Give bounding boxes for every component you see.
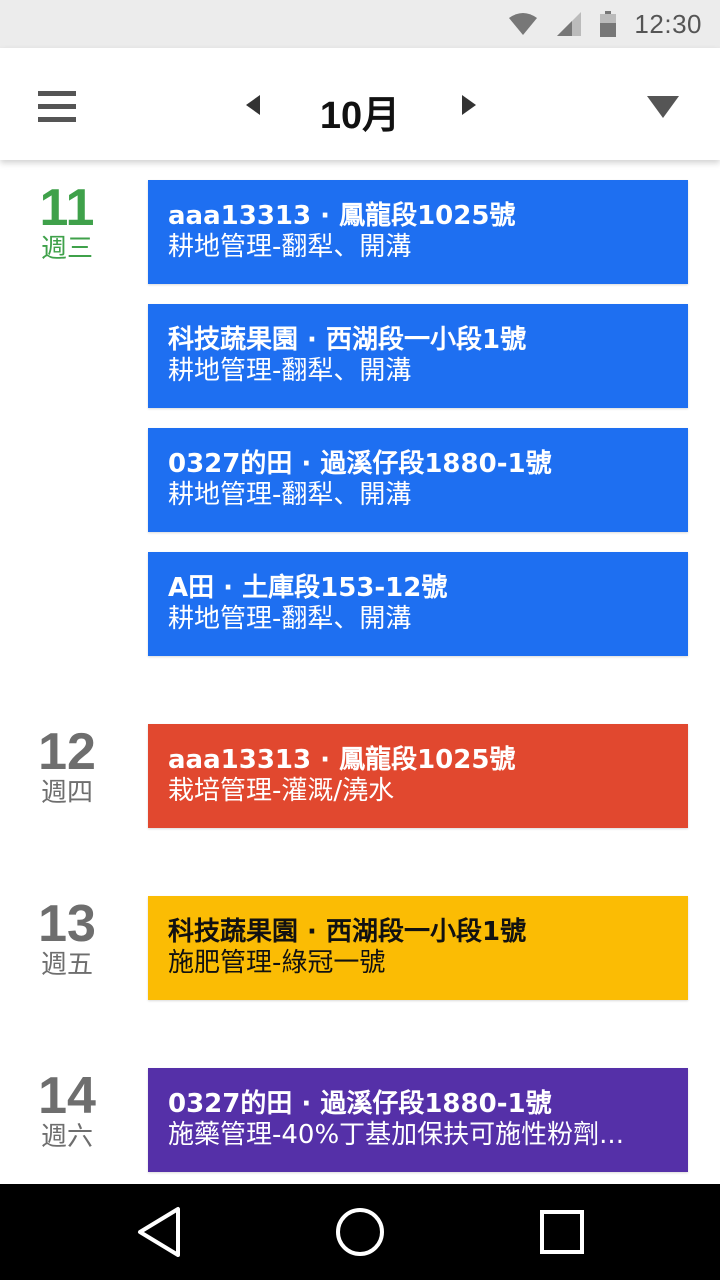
- day-weekday: 週四: [40, 778, 93, 808]
- event-title: 科技蔬果園 · 西湖段一小段1號: [168, 325, 527, 355]
- event-title: 科技蔬果園 · 西湖段一小段1號: [168, 917, 527, 947]
- battery-icon: [600, 11, 617, 37]
- status-time: 12:30: [634, 8, 702, 39]
- event-description: 耕地管理-翻犁、開溝: [168, 604, 412, 634]
- day-label: 11 週三: [22, 182, 112, 264]
- event-title: A田 · 土庫段153-12號: [168, 573, 448, 603]
- event-description: 耕地管理-翻犁、開溝: [168, 232, 412, 262]
- event-description: 耕地管理-翻犁、開溝: [168, 356, 412, 386]
- day-number: 14: [38, 1067, 96, 1125]
- agenda-list: 11 週三 aaa13313 · 鳳龍段1025號 耕地管理-翻犁、開溝 科技蔬…: [0, 160, 720, 1184]
- event-card[interactable]: 0327的田 · 過溪仔段1880-1號 施藥管理-40%丁基加保扶可施性粉劑.…: [148, 1068, 688, 1172]
- back-icon[interactable]: [134, 1204, 186, 1260]
- event-card[interactable]: 科技蔬果園 · 西湖段一小段1號 施肥管理-綠冠一號: [148, 896, 688, 1000]
- navigation-bar: [0, 1184, 720, 1280]
- event-card[interactable]: aaa13313 · 鳳龍段1025號 耕地管理-翻犁、開溝: [148, 180, 688, 284]
- event-description: 耕地管理-翻犁、開溝: [168, 480, 412, 510]
- recents-icon[interactable]: [538, 1208, 586, 1256]
- next-month-icon[interactable]: [456, 92, 482, 118]
- event-title: 0327的田 · 過溪仔段1880-1號: [168, 1089, 552, 1119]
- day-label: 13 週五: [22, 898, 112, 980]
- wifi-icon: [509, 13, 538, 35]
- event-title: 0327的田 · 過溪仔段1880-1號: [168, 449, 552, 479]
- month-title: 10月: [319, 95, 401, 137]
- day-weekday: 週三: [40, 234, 93, 264]
- event-title: aaa13313 · 鳳龍段1025號: [168, 745, 516, 775]
- day-label: 12 週四: [22, 726, 112, 808]
- day-weekday: 週五: [40, 950, 93, 980]
- day-label: 14 週六: [22, 1070, 112, 1152]
- event-card[interactable]: 科技蔬果園 · 西湖段一小段1號 耕地管理-翻犁、開溝: [148, 304, 688, 408]
- status-bar: 12:30: [0, 0, 720, 48]
- home-icon[interactable]: [334, 1206, 386, 1258]
- event-description: 施藥管理-40%丁基加保扶可施性粉劑...: [168, 1120, 624, 1150]
- day-number: 13: [38, 895, 96, 953]
- event-description: 施肥管理-綠冠一號: [168, 948, 386, 978]
- event-card[interactable]: aaa13313 · 鳳龍段1025號 栽培管理-灌溉/澆水: [148, 724, 688, 828]
- menu-icon[interactable]: [38, 91, 78, 125]
- event-title: aaa13313 · 鳳龍段1025號: [168, 201, 516, 231]
- app-bar: 10月: [0, 48, 720, 160]
- event-card[interactable]: A田 · 土庫段153-12號 耕地管理-翻犁、開溝: [148, 552, 688, 656]
- dropdown-icon[interactable]: [646, 94, 680, 120]
- event-description: 栽培管理-灌溉/澆水: [168, 776, 395, 806]
- prev-month-icon[interactable]: [240, 92, 266, 118]
- event-card[interactable]: 0327的田 · 過溪仔段1880-1號 耕地管理-翻犁、開溝: [148, 428, 688, 532]
- day-number: 11: [39, 179, 95, 237]
- day-weekday: 週六: [40, 1122, 93, 1152]
- cell-signal-icon: [557, 12, 582, 36]
- day-number: 12: [38, 723, 96, 781]
